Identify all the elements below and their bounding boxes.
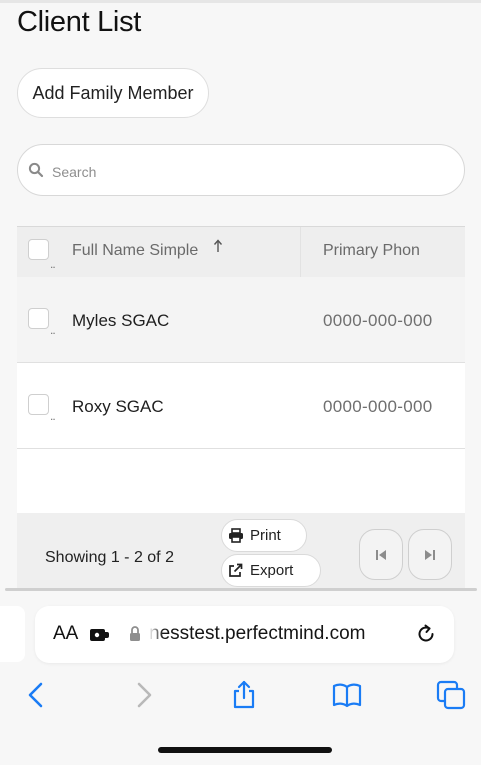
column-header-primary-phone[interactable]: Primary Phon — [323, 242, 420, 260]
export-label: Export — [250, 562, 294, 579]
client-name[interactable]: Myles SGAC — [72, 311, 169, 331]
table-row[interactable]: .. Myles SGAC 0000-000-000 — [17, 277, 465, 363]
grid-header: .. Full Name Simple Primary Phon — [17, 227, 465, 277]
client-phone: 0000-000-000 — [323, 311, 433, 330]
first-page-button[interactable] — [359, 529, 403, 580]
scroll-divider — [5, 588, 477, 591]
export-button[interactable]: Export — [221, 554, 321, 587]
client-grid: .. Full Name Simple Primary Phon .. Myle… — [17, 226, 465, 591]
reload-icon[interactable] — [414, 622, 438, 646]
text-size-button[interactable]: AA — [53, 623, 78, 645]
url-text[interactable]: nesstest.perfectmind.com — [149, 623, 365, 645]
column-header-full-name[interactable]: Full Name Simple — [72, 242, 198, 260]
column-separator — [300, 227, 301, 277]
last-page-icon — [425, 549, 435, 560]
home-indicator — [158, 747, 332, 753]
url-fade — [149, 616, 163, 654]
add-family-member-button[interactable]: Add Family Member — [17, 68, 209, 118]
print-button[interactable]: Print — [221, 519, 307, 552]
print-label: Print — [250, 527, 281, 544]
sort-ascending-icon[interactable] — [213, 239, 223, 253]
previous-tab-peek[interactable] — [0, 606, 25, 662]
share-icon[interactable] — [229, 680, 259, 710]
row-menu-icon[interactable]: .. — [50, 409, 56, 423]
row-checkbox[interactable] — [28, 394, 49, 415]
search-icon — [28, 162, 44, 178]
page-title: Client List — [17, 6, 142, 38]
lock-icon — [130, 626, 140, 641]
column-menu-icon[interactable]: .. — [50, 257, 56, 271]
client-name[interactable]: Roxy SGAC — [72, 397, 164, 417]
search-placeholder: Search — [52, 164, 97, 180]
printer-icon — [229, 528, 243, 543]
extension-icon[interactable] — [89, 625, 111, 645]
first-page-icon — [376, 549, 386, 560]
export-icon — [229, 563, 243, 577]
search-input[interactable]: Search — [17, 144, 465, 196]
row-menu-icon[interactable]: .. — [50, 323, 56, 337]
last-page-button[interactable] — [408, 529, 452, 580]
client-phone: 0000-000-000 — [323, 397, 433, 416]
pagination-status: Showing 1 - 2 of 2 — [45, 549, 174, 566]
address-bar[interactable]: AA nesstest.perfectmind.com — [35, 606, 454, 663]
tabs-icon[interactable] — [436, 680, 466, 710]
back-icon[interactable] — [22, 680, 52, 710]
top-divider — [0, 0, 481, 3]
grid-footer: Showing 1 - 2 of 2 Print Export — [17, 513, 465, 591]
forward-icon[interactable] — [128, 680, 158, 710]
table-row[interactable]: .. Roxy SGAC 0000-000-000 — [17, 363, 465, 449]
bookmarks-icon[interactable] — [332, 680, 362, 710]
row-checkbox[interactable] — [28, 308, 49, 329]
select-all-checkbox[interactable] — [28, 239, 49, 260]
